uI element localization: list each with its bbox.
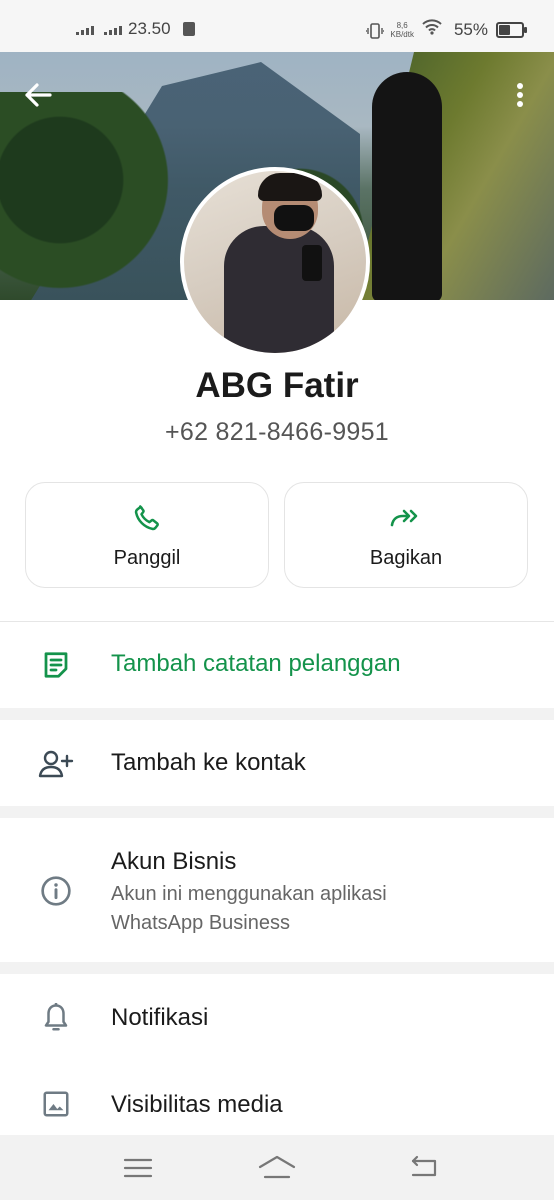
network-speed-value: 8,6 [396, 20, 408, 30]
note-icon [44, 652, 68, 678]
wifi-icon [422, 19, 442, 40]
phone-icon [134, 505, 159, 531]
share-forward-icon [390, 509, 418, 527]
back-button[interactable] [22, 80, 56, 110]
home-button[interactable] [257, 1153, 297, 1183]
contact-phone: +62 821-8466-9951 [164, 418, 390, 446]
status-left: 23.50 [76, 19, 195, 39]
media-visibility-label: Visibilitas media [111, 1091, 283, 1118]
section-separator [0, 962, 554, 974]
signal-icon [76, 23, 94, 35]
section-separator [0, 708, 554, 720]
back-icon [411, 1155, 437, 1177]
call-button[interactable]: Panggil [25, 482, 269, 588]
add-customer-note-label: Tambah catatan pelanggan [111, 650, 401, 677]
network-speed: 8,6 KB/dtk [390, 21, 414, 39]
add-customer-note-row[interactable]: Tambah catatan pelanggan [0, 622, 554, 708]
media-visibility-row[interactable]: Visibilitas media [0, 1062, 554, 1135]
add-to-contacts-label: Tambah ke kontak [111, 749, 306, 776]
more-vert-icon [517, 83, 523, 107]
shop-bag-icon [182, 22, 195, 36]
battery-fill [499, 24, 510, 35]
business-account-subtitle-2: WhatsApp Business [111, 912, 290, 934]
vibrate-icon [365, 22, 386, 39]
status-right: 8,6 KB/dtk 55% [365, 19, 527, 40]
system-navigation-bar [0, 1135, 554, 1200]
network-speed-unit: KB/dtk [390, 29, 414, 39]
battery-icon [496, 21, 527, 38]
recent-apps-button[interactable] [118, 1153, 158, 1183]
info-icon [41, 876, 71, 906]
avatar[interactable] [180, 167, 370, 357]
more-options-button[interactable] [508, 80, 532, 110]
system-back-button[interactable] [403, 1153, 443, 1183]
status-time: 23.50 [128, 19, 171, 38]
section-separator [0, 806, 554, 818]
call-label: Panggil [113, 547, 181, 569]
arrow-left-icon [25, 83, 52, 107]
business-account-row[interactable]: Akun Bisnis Akun ini menggunakan aplikas… [0, 818, 554, 962]
business-account-title: Akun Bisnis [111, 848, 237, 875]
home-icon [258, 1155, 296, 1179]
share-label: Bagikan [369, 547, 443, 569]
signal-icon [104, 23, 122, 35]
battery-percent: 55% [453, 19, 488, 39]
bell-icon [44, 1003, 68, 1031]
share-button[interactable]: Bagikan [284, 482, 528, 588]
person-add-icon [38, 750, 74, 778]
add-to-contacts-row[interactable]: Tambah ke kontak [0, 720, 554, 806]
notifications-label: Notifikasi [111, 1004, 209, 1031]
menu-icon [123, 1158, 153, 1178]
image-icon [43, 1091, 69, 1117]
contact-name: ABG Fatir [195, 366, 359, 405]
notifications-row[interactable]: Notifikasi [0, 974, 554, 1062]
status-bar: 23.50 8,6 KB/dtk 55% [0, 0, 554, 52]
business-account-subtitle-1: Akun ini menggunakan aplikasi [111, 883, 387, 905]
